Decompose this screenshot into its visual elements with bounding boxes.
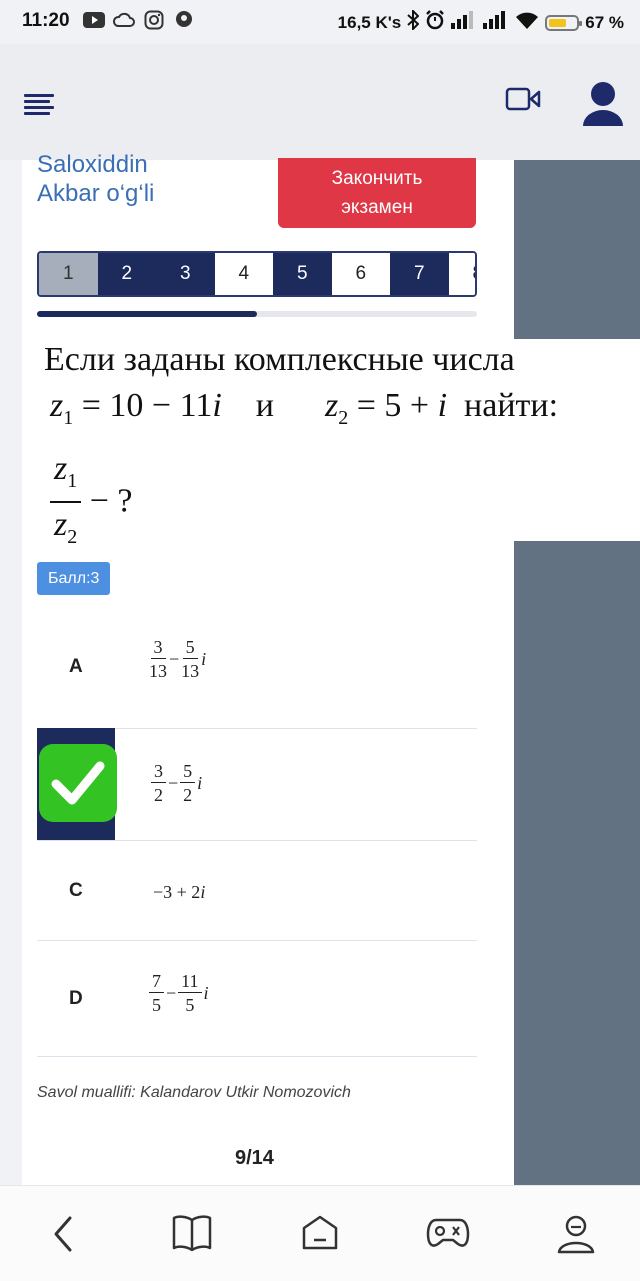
score-badge: Балл:3	[37, 562, 111, 595]
wifi-icon	[515, 11, 539, 34]
question-nav-item[interactable]: 2	[97, 253, 156, 295]
option-expression: −3 + 2	[153, 882, 201, 902]
video-icon[interactable]	[505, 86, 541, 117]
finish-exam-label: экзамен	[341, 197, 413, 218]
signal-icon	[451, 11, 477, 34]
question-suffix: − ?	[89, 482, 133, 520]
question-author: Savol muallifi: Kalandarov Utkir Nomozov…	[37, 1084, 351, 1101]
option-formula: 75 − 11 5 i	[147, 970, 209, 1017]
student-name-line: Akbar o‘g‘li	[37, 180, 155, 207]
frac-den: 13	[181, 661, 200, 681]
user-icon[interactable]	[580, 80, 626, 133]
imag-unit: i	[203, 983, 209, 1003]
frac-den: 5	[152, 995, 161, 1015]
frac-num: 3	[151, 760, 166, 783]
progress-fill	[37, 311, 257, 317]
option-formula: −3 + 2i	[153, 882, 205, 903]
var-z2: z	[324, 387, 339, 424]
frac-den: 13	[149, 661, 167, 681]
profile-icon[interactable]	[556, 1214, 596, 1259]
location-icon	[173, 10, 195, 30]
frac-num: 5	[182, 636, 198, 659]
question-line: z1 = 10 − 11i и z2 = 5 + i найти:	[50, 387, 558, 430]
question-nav-item[interactable]: 6	[331, 253, 390, 295]
student-name-line: Saloxiddin	[37, 151, 148, 178]
finish-exam-button[interactable]: Закончить экзамен	[278, 158, 476, 228]
menu-icon[interactable]	[24, 94, 54, 115]
subscript: 2	[67, 525, 78, 548]
question-nav-item[interactable]: 3	[156, 253, 215, 295]
subscript: 1	[67, 469, 78, 492]
progress-bar	[37, 311, 477, 317]
find-word: найти:	[464, 387, 559, 424]
home-icon[interactable]	[300, 1214, 340, 1257]
option-formula: 32 − 52 i	[149, 760, 202, 807]
page-counter: 9/14	[235, 1147, 274, 1169]
option-d[interactable]: D 75 − 11 5 i	[37, 940, 477, 1057]
alarm-icon	[425, 10, 445, 35]
operator: −	[168, 773, 179, 793]
signal-icon	[483, 11, 509, 34]
z2-value: = 5 +	[356, 387, 430, 424]
imag-unit: i	[197, 773, 203, 793]
question-text: Если заданы комплексные числа z1 = 10 − …	[22, 339, 640, 548]
frac-den: 2	[183, 785, 193, 805]
book-icon[interactable]	[172, 1214, 212, 1257]
checkmark-icon	[39, 744, 117, 822]
subscript: 1	[63, 406, 74, 429]
var-z1: z	[50, 387, 64, 424]
battery-percent: 67 %	[585, 12, 624, 32]
frac-numerator: z	[54, 450, 68, 487]
imag-unit: i	[200, 882, 206, 902]
instagram-icon	[143, 10, 165, 30]
option-formula: 3 13 − 5 13 i	[147, 636, 206, 683]
option-a[interactable]: A 3 13 − 5 13 i	[37, 612, 477, 729]
frac-den: 2	[154, 785, 163, 805]
question-navigator: 12345678	[37, 251, 477, 297]
frac-num: 11	[178, 970, 202, 993]
question-nav-item[interactable]: 5	[273, 253, 332, 295]
question-nav-item[interactable]: 8	[448, 253, 475, 295]
game-icon[interactable]	[426, 1214, 470, 1257]
bluetooth-icon	[407, 8, 420, 35]
frac-den: 5	[185, 995, 195, 1015]
option-letter: D	[69, 988, 83, 1009]
conj-and: и	[255, 387, 274, 424]
subscript: 2	[338, 406, 349, 429]
z1-value: = 10 − 11	[81, 387, 213, 424]
imag-unit: i	[437, 387, 448, 424]
question-nav-item[interactable]: 4	[214, 253, 273, 295]
frac-denominator: z	[54, 505, 68, 543]
side-panel	[514, 160, 640, 340]
finish-exam-label: Закончить	[331, 168, 423, 189]
selected-indicator	[37, 728, 117, 840]
bottom-navigation	[0, 1185, 640, 1281]
frac-num: 7	[149, 970, 164, 993]
frac-num: 3	[150, 636, 166, 659]
battery-icon	[545, 14, 583, 31]
back-icon[interactable]	[50, 1214, 76, 1259]
imag-unit: i	[201, 649, 207, 669]
option-letter: A	[69, 656, 83, 677]
cloud-icon	[113, 10, 135, 30]
network-speed: 16,5 K's	[337, 12, 402, 32]
question-nav-item[interactable]: 1	[39, 253, 98, 295]
operator: −	[166, 983, 177, 1003]
status-bar: 11:20 16,5 K's 67 %	[0, 0, 640, 44]
youtube-icon	[83, 10, 105, 30]
question-line: Если заданы комплексные числа	[44, 341, 515, 378]
question-fraction: z1 z2 − ?	[50, 449, 133, 559]
frac-num: 5	[180, 760, 196, 783]
side-panel	[514, 541, 640, 1185]
option-c[interactable]: C −3 + 2i	[37, 840, 477, 941]
app-header	[0, 44, 640, 160]
imag-unit: i	[212, 387, 222, 424]
student-name: Saloxiddin Akbar o‘g‘li	[37, 150, 154, 208]
question-nav-item[interactable]: 7	[390, 253, 449, 295]
option-letter: C	[69, 880, 83, 901]
operator: −	[169, 649, 180, 669]
option-b[interactable]: B 32 − 52 i	[37, 728, 477, 841]
status-time: 11:20	[22, 10, 70, 31]
